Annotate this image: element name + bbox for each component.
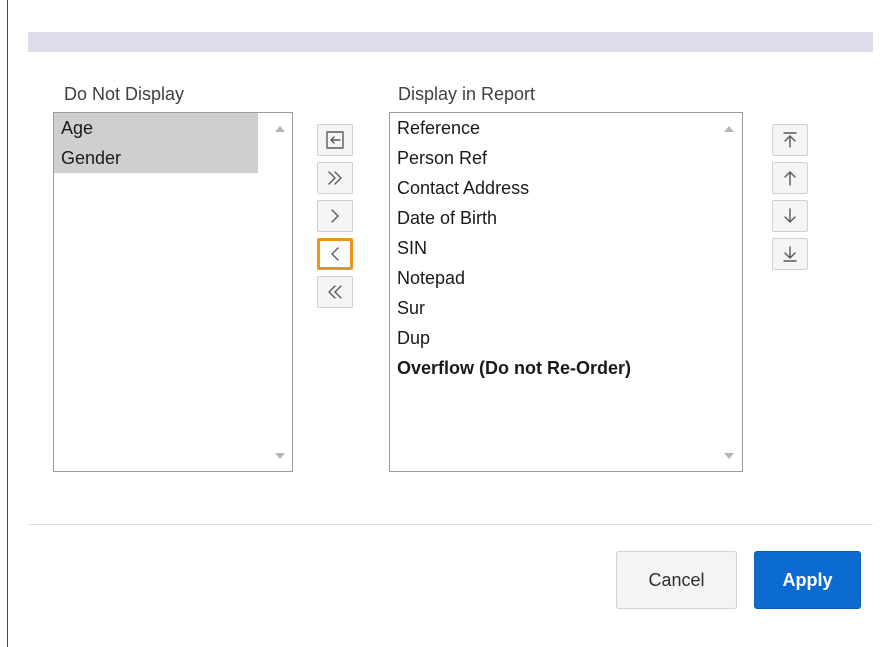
dialog-frame-edge	[7, 0, 8, 647]
double-chevron-left-icon	[325, 282, 345, 302]
footer-divider	[28, 524, 873, 525]
list-item[interactable]: Dup	[390, 323, 708, 353]
list-item[interactable]: Reference	[390, 113, 708, 143]
cancel-button[interactable]: Cancel	[616, 551, 737, 609]
list-item[interactable]: Age	[54, 113, 258, 143]
apply-button[interactable]: Apply	[754, 551, 861, 609]
do-not-display-listbox[interactable]: Age Gender	[53, 112, 293, 472]
scroll-up-icon[interactable]	[724, 126, 734, 132]
double-chevron-right-icon	[325, 168, 345, 188]
list-item[interactable]: Gender	[54, 143, 258, 173]
chevron-left-icon	[325, 244, 345, 264]
list-item[interactable]: SIN	[390, 233, 708, 263]
move-top-button[interactable]	[772, 124, 808, 156]
list-item[interactable]: Overflow (Do not Re-Order)	[390, 353, 708, 383]
display-in-report-items: Reference Person Ref Contact Address Date o…	[390, 113, 708, 383]
arrow-down-icon	[780, 206, 800, 226]
display-in-report-label: Display in Report	[398, 84, 536, 104]
scroll-down-icon[interactable]	[275, 453, 285, 459]
display-in-report-listbox[interactable]: Reference Person Ref Contact Address Date o…	[389, 112, 743, 472]
list-item[interactable]: Sur	[390, 293, 708, 323]
dialog-header-band	[28, 32, 873, 52]
do-not-display-items: Age Gender	[54, 113, 258, 173]
arrow-to-top-icon	[780, 130, 800, 150]
move-all-left-button[interactable]	[317, 276, 353, 308]
scroll-down-icon[interactable]	[724, 453, 734, 459]
move-up-button[interactable]	[772, 162, 808, 194]
arrow-up-icon	[780, 168, 800, 188]
move-bottom-button[interactable]	[772, 238, 808, 270]
scroll-up-icon[interactable]	[275, 126, 285, 132]
move-left-button[interactable]	[317, 238, 353, 270]
move-all-right-button[interactable]	[317, 162, 353, 194]
chevron-right-icon	[325, 206, 345, 226]
list-item[interactable]: Date of Birth	[390, 203, 708, 233]
do-not-display-label: Do Not Display	[64, 84, 185, 104]
list-item[interactable]: Person Ref	[390, 143, 708, 173]
arrow-to-bottom-icon	[780, 244, 800, 264]
reset-button[interactable]	[317, 124, 353, 156]
reset-icon	[325, 130, 345, 150]
list-item[interactable]: Contact Address	[390, 173, 708, 203]
move-right-button[interactable]	[317, 200, 353, 232]
list-item[interactable]: Notepad	[390, 263, 708, 293]
move-down-button[interactable]	[772, 200, 808, 232]
